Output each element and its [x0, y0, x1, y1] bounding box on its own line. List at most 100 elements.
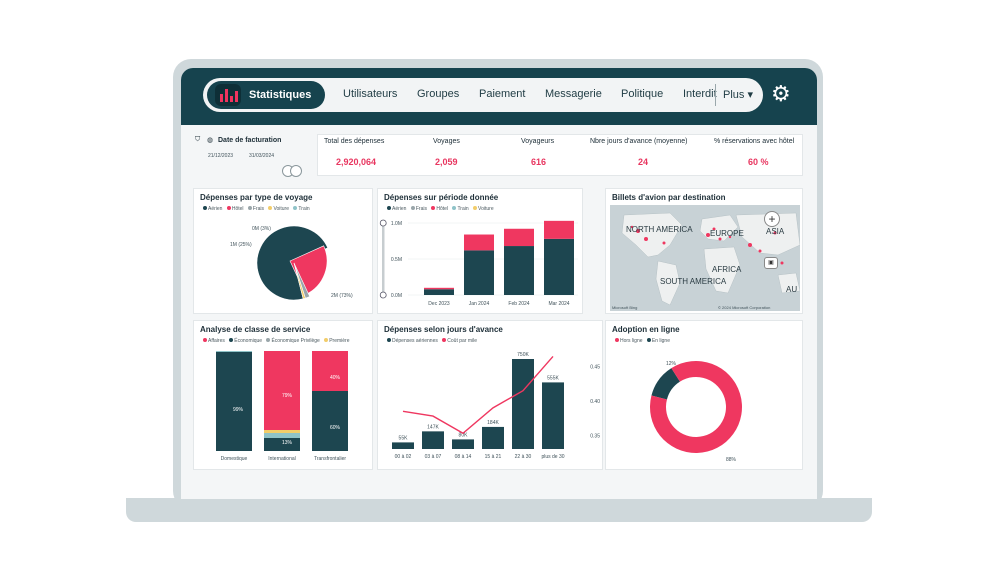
date-slider-track — [382, 223, 385, 295]
date-range-slider[interactable] — [281, 164, 305, 178]
kpi-travelers-label: Voyageurs — [521, 138, 555, 145]
bar-segment — [312, 391, 348, 451]
donut-label-offline: 12% — [666, 361, 677, 367]
globe-icon: ◍ — [207, 137, 214, 144]
map-layers-icon[interactable]: ▣ — [764, 257, 778, 269]
filter-label: Date de facturation — [218, 137, 282, 144]
legend-item: Train — [298, 206, 310, 212]
card-spend-by-type: Dépenses par type de voyage Aérien Hôtel… — [193, 188, 373, 314]
nav-item-statistiques[interactable]: Statistiques — [207, 81, 325, 109]
legend-dot — [226, 206, 231, 210]
card-title: Dépenses par type de voyage — [200, 193, 313, 202]
nav-item-messagerie[interactable]: Messagerie — [545, 88, 602, 100]
bar-segment — [312, 351, 348, 391]
y2-tick-label: 0.40 — [590, 399, 600, 405]
zoom-in-button[interactable]: + — [764, 211, 780, 227]
bar-segment — [216, 352, 252, 451]
filter-start-date[interactable]: 21/12/2023 — [208, 153, 233, 159]
bar-segment — [216, 351, 252, 352]
filter-end-date[interactable]: 31/03/2024 — [249, 153, 274, 159]
bar-air-spend — [422, 431, 444, 449]
caret-down-icon: ▾ — [747, 89, 753, 101]
bar-label: 60% — [330, 425, 341, 431]
bar-label: 79% — [282, 393, 293, 399]
map-attribution: © 2024 Microsoft Corporation — [718, 305, 771, 310]
kpi-travelers-value: 616 — [531, 157, 547, 167]
nav-divider — [715, 84, 716, 106]
x-tick-label: 22 à 30 — [515, 454, 532, 460]
legend-dot — [203, 338, 207, 342]
nav-more-button[interactable]: Plus ▾ — [723, 88, 753, 101]
legend-dot — [268, 206, 273, 210]
bar-segment — [264, 430, 300, 433]
y2-tick-label: 0.45 — [590, 365, 600, 371]
legend-item: Dépenses aériennes — [392, 338, 438, 344]
card-service-class: Analyse de classe de service Affaires Éc… — [193, 320, 373, 470]
map-label-australia: AU — [786, 285, 798, 294]
map-label-europe: EUROPE — [710, 229, 744, 238]
legend-item: Frais — [415, 206, 427, 212]
slider-handle-top — [379, 219, 387, 227]
x-tick-label: Mar 2024 — [548, 301, 569, 307]
y-tick-label: 0.0M — [391, 293, 402, 299]
bar-aérien — [464, 250, 494, 295]
legend-item: Première — [329, 338, 350, 344]
nav-item-politique[interactable]: Politique — [621, 88, 663, 100]
kpi-total-label: Total des dépenses — [324, 138, 385, 145]
bar-hôtel — [464, 234, 494, 251]
bar-aérien — [504, 246, 534, 295]
legend-item: Voiture — [478, 206, 494, 212]
nav-item-paiement[interactable]: Paiement — [479, 88, 525, 100]
card-online-adoption: Adoption en ligne Hors ligne En ligne 12… — [605, 320, 803, 470]
bar-hôtel — [424, 287, 454, 290]
legend-item: Coût par mile — [447, 338, 477, 344]
gear-icon[interactable]: ⚙ — [771, 83, 791, 105]
card-flights-by-destination: Billets d'avion par destination NORTH AM… — [605, 188, 803, 314]
legend-item: Économique Privilège — [271, 338, 320, 344]
legend-dot — [452, 206, 457, 210]
legend-dot — [646, 338, 651, 342]
map-label-north-america: NORTH AMERICA — [626, 225, 693, 234]
dashboard-screen: Statistiques Utilisateurs Groupes Paieme… — [181, 68, 817, 499]
legend-dot — [442, 338, 447, 342]
nav-item-groupes[interactable]: Groupes — [417, 88, 459, 100]
bar-segment — [264, 433, 300, 438]
legend-item: Affaires — [208, 338, 225, 344]
nav-pill: Statistiques Utilisateurs Groupes Paieme… — [203, 78, 763, 112]
bar-aérien — [544, 238, 574, 295]
bar-chart-icon — [215, 84, 241, 106]
nav-item-interdit[interactable]: Interdit — [683, 88, 717, 100]
top-navigation-bar: Statistiques Utilisateurs Groupes Paieme… — [181, 68, 817, 125]
x-tick-label: plus de 30 — [541, 454, 564, 460]
kpi-trips-label: Voyages — [433, 138, 460, 145]
legend-dot — [324, 338, 329, 342]
x-tick-label: Transfrontalier — [314, 456, 346, 462]
map-label-asia: ASIA — [766, 227, 785, 236]
bar-data-label: 147K — [427, 424, 439, 430]
legend-dot — [203, 206, 207, 210]
nav-item-label: Statistiques — [249, 89, 312, 101]
date-filter: ⛉ ◍ Date de facturation 21/12/2023 31/03… — [193, 134, 305, 186]
x-tick-label: International — [268, 456, 296, 462]
service-class-stacked-chart: Domestique International Transfrontalier — [216, 351, 348, 462]
bar-data-label: 55K — [399, 435, 409, 441]
nav-item-utilisateurs[interactable]: Utilisateurs — [343, 88, 397, 100]
bar-data-label: 555K — [547, 375, 559, 381]
kpi-advance-label: Nbre jours d'avance (moyenne) — [590, 138, 688, 145]
bar-air-spend — [542, 382, 564, 449]
legend-item: Hors ligne — [620, 338, 643, 344]
legend-item: Voiture — [273, 206, 290, 212]
pie-label-small: 0M (3%) — [252, 226, 271, 232]
card-title: Adoption en ligne — [612, 325, 680, 334]
map-brand: Microsoft Bing — [612, 305, 638, 310]
card-title: Dépenses selon jours d'avance — [384, 325, 503, 334]
advance-combo-chart: 0.450.400.3555K00 à 02147K03 à 0780K08 à… — [392, 352, 600, 460]
card-title: Analyse de classe de service — [200, 325, 311, 334]
legend-dot — [615, 338, 619, 342]
bar-data-label: 750K — [517, 352, 529, 358]
legend-item: Aérien — [392, 206, 407, 212]
bar-label: 13% — [282, 440, 293, 446]
bar-air-spend — [452, 439, 474, 449]
kpi-strip: Total des dépenses 2,920,064 Voyages 2,0… — [317, 134, 803, 176]
bar-air-spend — [482, 426, 504, 449]
